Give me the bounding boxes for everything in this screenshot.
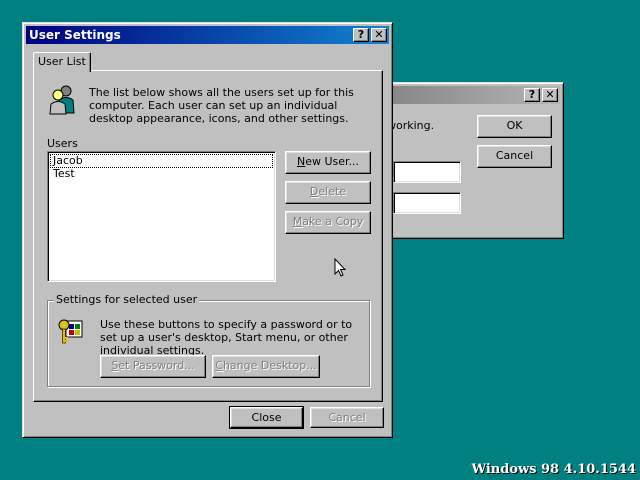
make-copy-mnemonic: M — [292, 215, 303, 228]
background-dialog-field-2[interactable] — [393, 192, 461, 214]
selected-user-group: Settings for selected user Use these but… — [47, 293, 370, 387]
help-button[interactable]: ? — [353, 28, 369, 42]
delete-label: elete — [318, 185, 347, 198]
cancel-button[interactable]: Cancel — [310, 407, 384, 428]
new-user-mnemonic: N — [296, 155, 306, 168]
background-ok-button[interactable]: OK — [477, 115, 552, 138]
close-button[interactable]: ✕ — [371, 28, 387, 42]
user-settings-dialog: User Settings ? ✕ The list below shows a… — [22, 22, 393, 438]
make-copy-label: ake a Copy — [302, 215, 364, 228]
list-item-jacob[interactable]: Jacob — [50, 154, 273, 168]
keys-icon — [56, 315, 88, 347]
description-text: The list below shows all the users set u… — [89, 86, 354, 125]
background-dialog-titlebar: ? ✕ — [368, 86, 560, 104]
new-user-button[interactable]: New User... — [285, 151, 371, 174]
users-icon — [46, 83, 78, 115]
users-label: Users — [47, 137, 78, 150]
tab-panel: The list below shows all the users set u… — [33, 70, 383, 402]
list-item-test[interactable]: Test — [51, 168, 77, 180]
close-dialog-button[interactable]: Close — [229, 406, 304, 429]
new-user-label: ew User... — [305, 155, 360, 168]
set-password-button[interactable]: Set Password... — [100, 355, 206, 378]
change-desktop-label: hange Desktop... — [222, 359, 317, 372]
change-desktop-mnemonic: C — [215, 359, 223, 372]
background-dialog-message: working. — [387, 119, 435, 132]
background-cancel-button[interactable]: Cancel — [477, 145, 552, 168]
window-title: User Settings — [29, 28, 121, 42]
user-settings-titlebar[interactable]: User Settings ? ✕ — [26, 26, 389, 44]
users-list[interactable]: Jacob Test — [47, 151, 276, 282]
background-dialog-field-1[interactable] — [393, 161, 461, 183]
group-label: Settings for selected user — [54, 293, 200, 306]
mouse-cursor-icon — [334, 257, 348, 278]
set-password-label: et Password... — [118, 359, 195, 372]
tab-user-list[interactable]: User List — [33, 52, 91, 72]
windows-version-text: Windows 98 4.10.1544 — [471, 462, 636, 477]
delete-button[interactable]: Delete — [285, 181, 371, 204]
background-dialog: ? ✕ working. OK Cancel — [364, 82, 564, 239]
make-copy-button[interactable]: Make a Copy — [285, 211, 371, 234]
group-description: Use these buttons to specify a password … — [100, 318, 353, 357]
close-button[interactable]: ✕ — [542, 88, 558, 102]
help-button[interactable]: ? — [524, 88, 540, 102]
change-desktop-button[interactable]: Change Desktop... — [212, 355, 320, 378]
